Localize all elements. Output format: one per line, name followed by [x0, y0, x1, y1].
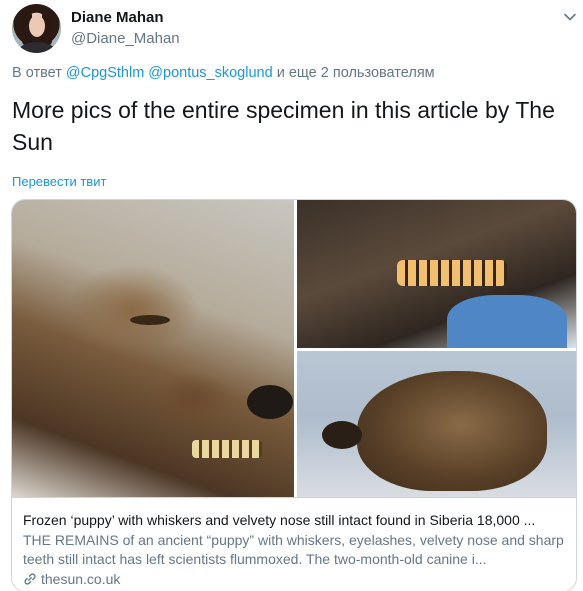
card-title[interactable]: Frozen ‘puppy’ with whiskers and velvety…: [23, 512, 568, 528]
translate-tweet-link[interactable]: Перевести твит: [12, 174, 106, 189]
tweet-text: More pics of the entire specimen in this…: [12, 97, 555, 155]
image-detail-nose: [247, 385, 293, 419]
card-domain[interactable]: thesun.co.uk: [23, 571, 120, 587]
image-detail-teeth: [192, 440, 262, 458]
reply-context: В ответ @CpgSthlm @pontus_skoglund и еще…: [12, 65, 435, 81]
image-detail-teeth: [397, 260, 507, 286]
link-icon: [24, 573, 36, 585]
card-image-top-right: [297, 200, 576, 355]
card-domain-text: thesun.co.uk: [41, 571, 121, 587]
image-detail-glove: [447, 295, 567, 355]
tweet: Diane Mahan @Diane_Mahan В ответ @CpgSth…: [0, 0, 583, 591]
avatar-face: [29, 15, 45, 37]
card-divider: [12, 497, 576, 498]
reply-mentions-link[interactable]: @CpgSthlm @pontus_skoglund: [66, 65, 273, 81]
card-image-main: [12, 200, 294, 497]
card-description: THE REMAINS of an ancient “puppy” with w…: [23, 532, 564, 567]
reply-suffix[interactable]: и еще 2 пользователям: [273, 65, 435, 81]
image-detail-nose: [322, 421, 362, 449]
chevron-down-icon[interactable]: [563, 10, 577, 24]
image-detail-eye: [130, 315, 170, 325]
card-image-bottom-right: [297, 351, 576, 497]
author-name[interactable]: Diane Mahan: [71, 9, 164, 26]
image-detail-fur: [357, 371, 547, 491]
author-handle[interactable]: @Diane_Mahan: [71, 30, 180, 47]
reply-prefix: В ответ: [12, 65, 66, 81]
link-card[interactable]: Frozen ‘puppy’ with whiskers and velvety…: [11, 199, 577, 591]
avatar[interactable]: [12, 4, 61, 53]
